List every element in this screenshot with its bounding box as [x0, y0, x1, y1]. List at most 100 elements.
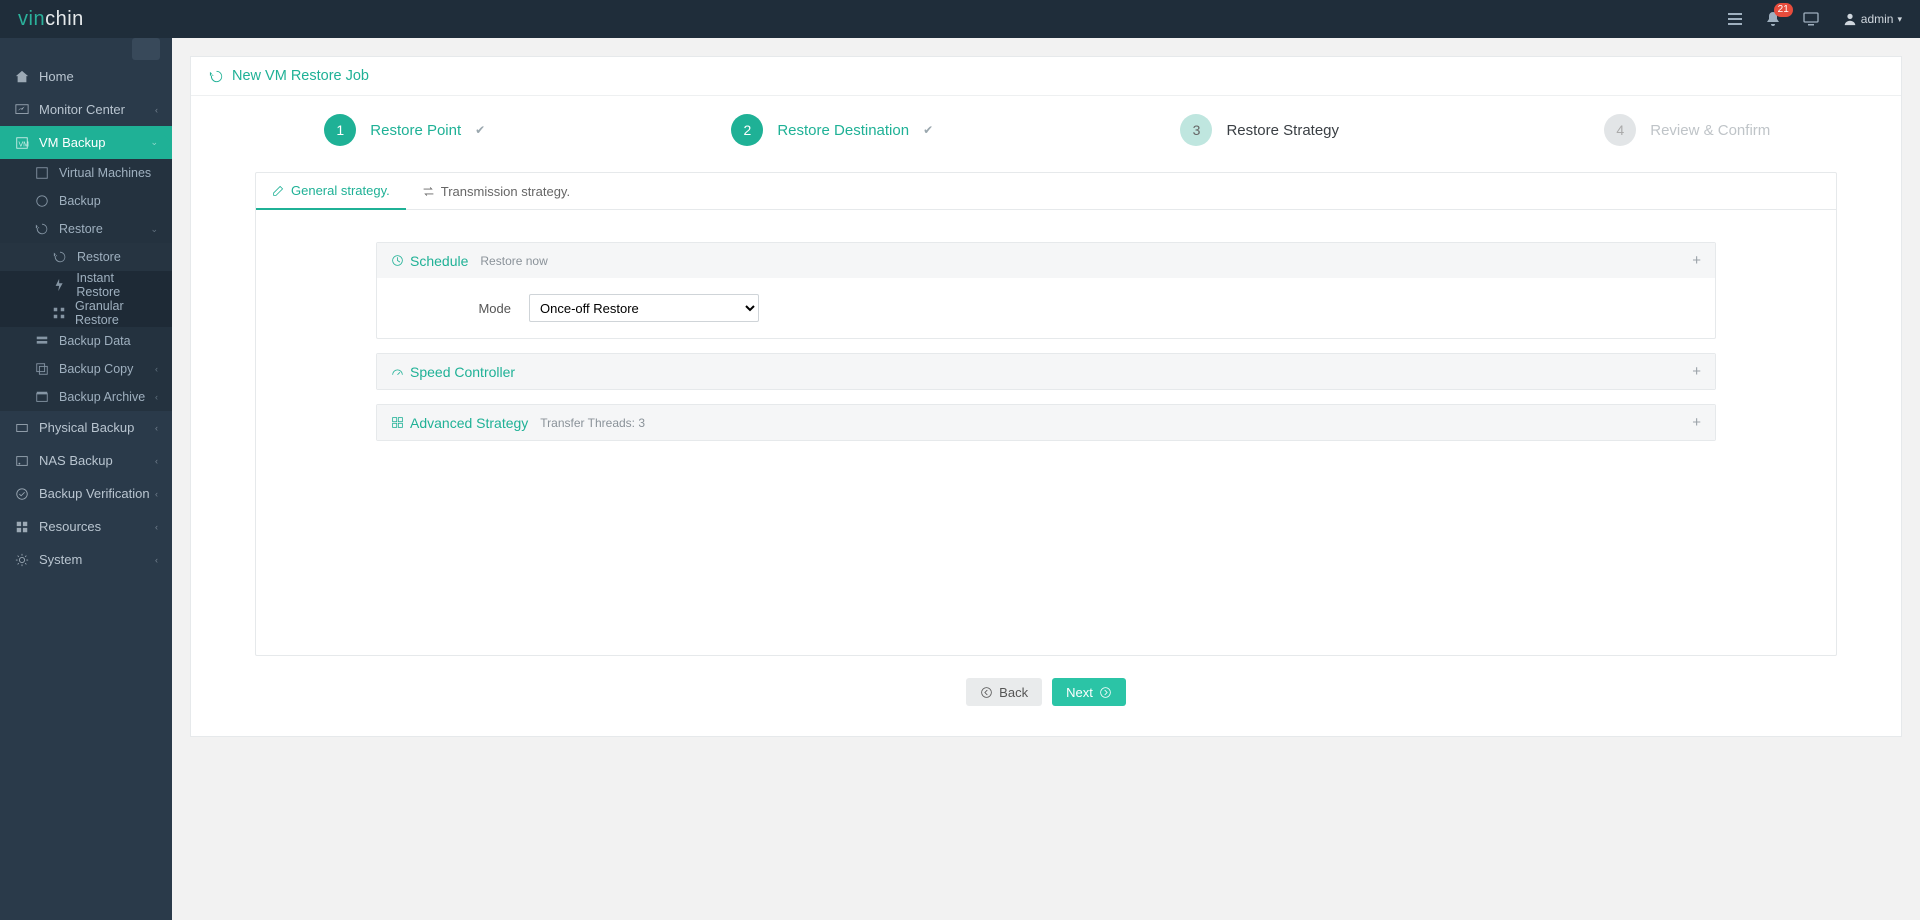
wizard-step-restore-strategy[interactable]: 3 Restore Strategy [1046, 114, 1474, 146]
brand-part1: vin [18, 8, 45, 30]
sidebar-item-backup-archive[interactable]: Backup Archive ‹ [0, 383, 172, 411]
sidebar-item-vm-backup[interactable]: VM VM Backup ⌄ [0, 126, 172, 159]
wizard-step-number: 4 [1604, 114, 1636, 146]
next-button[interactable]: Next [1052, 678, 1126, 706]
home-icon [14, 69, 30, 85]
backup-copy-icon [34, 361, 50, 377]
sidebar-item-label: Backup Data [59, 334, 131, 348]
sidebar-item-system[interactable]: System ‹ [0, 543, 172, 576]
mode-label: Mode [401, 301, 511, 316]
clock-icon [391, 254, 404, 267]
sidebar-item-label: Home [39, 69, 74, 84]
wizard-step-number: 1 [324, 114, 356, 146]
sidebar-item-virtual-machines[interactable]: Virtual Machines [0, 159, 172, 187]
chevron-icon: ‹ [155, 555, 158, 565]
accordion-speed: Speed Controller + [376, 353, 1716, 390]
chevron-down-icon: ⌄ [150, 137, 158, 148]
sidebar-item-restore[interactable]: Restore ⌄ [0, 215, 172, 243]
sidebar-item-restore-sub[interactable]: Restore [0, 243, 172, 271]
sidebar-item-home[interactable]: Home [0, 60, 172, 93]
physical-backup-icon [14, 420, 30, 436]
granular-restore-icon [52, 305, 66, 321]
wizard-step-restore-destination[interactable]: 2 Restore Destination ✔ [619, 114, 1047, 146]
tab-general-strategy[interactable]: General strategy. [256, 173, 406, 210]
edit-icon [272, 184, 285, 197]
bell-icon[interactable]: 21 [1759, 5, 1787, 33]
gauge-icon [391, 365, 404, 378]
sidebar-item-resources[interactable]: Resources ‹ [0, 510, 172, 543]
sidebar-item-label: Restore [59, 222, 103, 236]
list-icon[interactable] [1721, 5, 1749, 33]
sidebar-item-backup-verification[interactable]: Backup Verification ‹ [0, 477, 172, 510]
notification-badge: 21 [1774, 3, 1793, 17]
sidebar-item-backup-data[interactable]: Backup Data [0, 327, 172, 355]
wizard-step-number: 3 [1180, 114, 1212, 146]
sidebar-item-granular-restore[interactable]: Granular Restore [0, 299, 172, 327]
sidebar-item-label: Restore [77, 250, 121, 264]
restore-sub-icon [52, 249, 68, 265]
sidebar-item-physical-backup[interactable]: Physical Backup ‹ [0, 411, 172, 444]
vm-backup-icon: VM [14, 135, 30, 151]
accordion-advanced: Advanced Strategy Transfer Threads: 3 + [376, 404, 1716, 441]
backup-archive-icon [34, 389, 50, 405]
sidebar-item-label: NAS Backup [39, 453, 113, 468]
chevron-icon: ‹ [155, 522, 158, 532]
tab-label: Transmission strategy. [441, 184, 570, 199]
system-icon [14, 552, 30, 568]
sidebar-item-backup-copy[interactable]: Backup Copy ‹ [0, 355, 172, 383]
accordion-summary: Restore now [480, 254, 547, 268]
mode-select[interactable]: Once-off Restore [529, 294, 759, 322]
page-title-text: New VM Restore Job [232, 68, 369, 84]
panel: New VM Restore Job 1 Restore Point ✔ 2 R… [190, 56, 1902, 737]
sidebar-item-label: Backup Copy [59, 362, 133, 376]
monitor-center-icon [14, 102, 30, 118]
chevron-icon: ‹ [155, 423, 158, 433]
sidebar-item-label: System [39, 552, 82, 567]
plus-icon: + [1692, 252, 1701, 269]
sidebar-item-label: Backup Archive [59, 390, 145, 404]
wizard-step-restore-point[interactable]: 1 Restore Point ✔ [191, 114, 619, 146]
chevron-icon: ‹ [155, 105, 158, 115]
grid-icon [391, 416, 404, 429]
sidebar-item-nas-backup[interactable]: NAS Backup ‹ [0, 444, 172, 477]
user-menu[interactable]: admin ▾ [1843, 12, 1902, 26]
footer-buttons: Back Next [191, 656, 1901, 736]
transfer-icon [422, 185, 435, 198]
backup-data-icon [34, 333, 50, 349]
sidebar-item-label: Resources [39, 519, 101, 534]
sidebar-item-monitor-center[interactable]: Monitor Center ‹ [0, 93, 172, 126]
accordion-schedule: Schedule Restore now + Mode Once-off Res… [376, 242, 1716, 339]
wizard-step-review-confirm[interactable]: 4 Review & Confirm [1474, 114, 1902, 146]
resources-icon [14, 519, 30, 535]
button-label: Next [1066, 685, 1093, 700]
sidebar-item-label: Backup [59, 194, 101, 208]
check-icon: ✔ [923, 123, 933, 137]
user-icon [1843, 12, 1857, 26]
arrow-left-icon [980, 686, 993, 699]
sidebar-toggle[interactable] [0, 38, 172, 60]
back-button[interactable]: Back [966, 678, 1042, 706]
sidebar-item-label: Monitor Center [39, 102, 125, 117]
monitor-icon[interactable] [1797, 5, 1825, 33]
tab-transmission-strategy[interactable]: Transmission strategy. [406, 173, 586, 209]
tab-label: General strategy. [291, 183, 390, 198]
arrow-right-icon [1099, 686, 1112, 699]
sidebar-item-label: Backup Verification [39, 486, 150, 501]
vm-icon [34, 165, 50, 181]
sidebar-item-instant-restore[interactable]: Instant Restore [0, 271, 172, 299]
sidebar-item-label: Physical Backup [39, 420, 134, 435]
accordion-schedule-header[interactable]: Schedule Restore now + [377, 243, 1715, 278]
accordion-speed-header[interactable]: Speed Controller + [377, 354, 1715, 389]
button-label: Back [999, 685, 1028, 700]
wizard: 1 Restore Point ✔ 2 Restore Destination … [191, 96, 1901, 172]
plus-icon: + [1692, 363, 1701, 380]
wizard-step-label: Review & Confirm [1650, 122, 1770, 139]
sidebar-item-backup[interactable]: Backup [0, 187, 172, 215]
wizard-step-number: 2 [731, 114, 763, 146]
wizard-step-label: Restore Point [370, 122, 461, 139]
accordion-advanced-header[interactable]: Advanced Strategy Transfer Threads: 3 + [377, 405, 1715, 440]
check-icon: ✔ [475, 123, 485, 137]
chevron-icon: ‹ [155, 456, 158, 466]
backup-icon [34, 193, 50, 209]
brand-part2: chin [45, 8, 84, 30]
